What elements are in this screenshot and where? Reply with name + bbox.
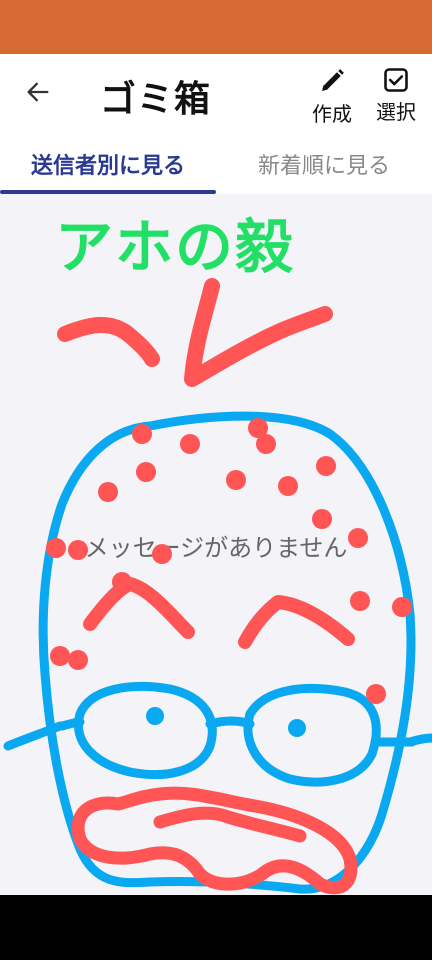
right-eye: [243, 683, 381, 787]
glasses-left-arm: [57, 717, 85, 731]
eyebrow-right-top: [184, 278, 333, 387]
back-button[interactable]: [18, 72, 58, 112]
right-pupil: [288, 719, 306, 737]
create-label: 作成: [312, 102, 352, 126]
doodle-drawing: [3, 278, 432, 895]
brow-right: [238, 595, 355, 649]
create-button[interactable]: 作成: [304, 66, 360, 130]
navigation-bar: [0, 895, 432, 960]
left-eye: [74, 681, 217, 779]
page-title: ゴミ箱: [100, 79, 212, 120]
doodle-text: アホの毅: [55, 213, 296, 281]
pencil-icon: [322, 69, 344, 91]
tab-bar: 送信者別に見る 新着順に見る: [0, 134, 432, 194]
left-pupil: [146, 707, 164, 725]
tab-by-sender[interactable]: 送信者別に見る: [0, 134, 216, 194]
checkbox-icon: [384, 68, 408, 92]
glasses-bridge: [205, 716, 255, 729]
tab-by-newest[interactable]: 新着順に見る: [216, 134, 432, 194]
eyebrow-left-top: [57, 316, 160, 367]
select-button[interactable]: 選択: [368, 66, 424, 130]
back-arrow-icon: [27, 82, 49, 102]
status-bar: [0, 0, 432, 54]
select-label: 選択: [376, 100, 416, 124]
brow-left: [83, 577, 195, 639]
app-bar: ゴミ箱 作成 選択: [0, 54, 432, 134]
